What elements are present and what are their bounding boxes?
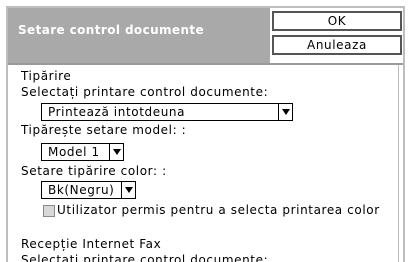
title-bar: Setare control documente — [8, 8, 270, 63]
allow-color-label: Utilizator permis pentru a selecta print… — [57, 203, 380, 217]
print-control-label: Selectați printare control documente: — [21, 85, 269, 99]
color-select[interactable]: Bk(Negru) — [41, 181, 136, 199]
allow-color-checkbox[interactable] — [43, 205, 55, 217]
chevron-down-icon[interactable] — [121, 182, 135, 198]
model-select[interactable]: Model 1 — [41, 143, 124, 161]
cancel-button[interactable]: Anuleaza — [272, 35, 402, 55]
chevron-down-icon[interactable] — [109, 144, 123, 160]
color-label: Setare tipărire color: : — [21, 164, 167, 178]
print-section-heading: Tipărire — [21, 69, 72, 83]
content-edge — [398, 65, 399, 262]
model-label: Tipărește setare model: : — [21, 123, 187, 137]
print-control-value: Printează intotdeuna — [48, 105, 186, 119]
model-value: Model 1 — [48, 145, 100, 159]
print-control-select[interactable]: Printează intotdeuna — [41, 103, 293, 121]
dialog: Setare control documente OK Anuleaza Tip… — [6, 6, 405, 262]
ok-button[interactable]: OK — [272, 11, 402, 31]
fax-section-heading: Recepție Internet Fax — [21, 237, 162, 251]
color-value: Bk(Negru) — [48, 183, 115, 197]
fax-control-label: Selectați printare control documente: — [21, 253, 269, 262]
chevron-down-icon[interactable] — [278, 104, 292, 120]
dialog-title: Setare control documente — [18, 23, 205, 37]
header-divider — [8, 63, 403, 65]
